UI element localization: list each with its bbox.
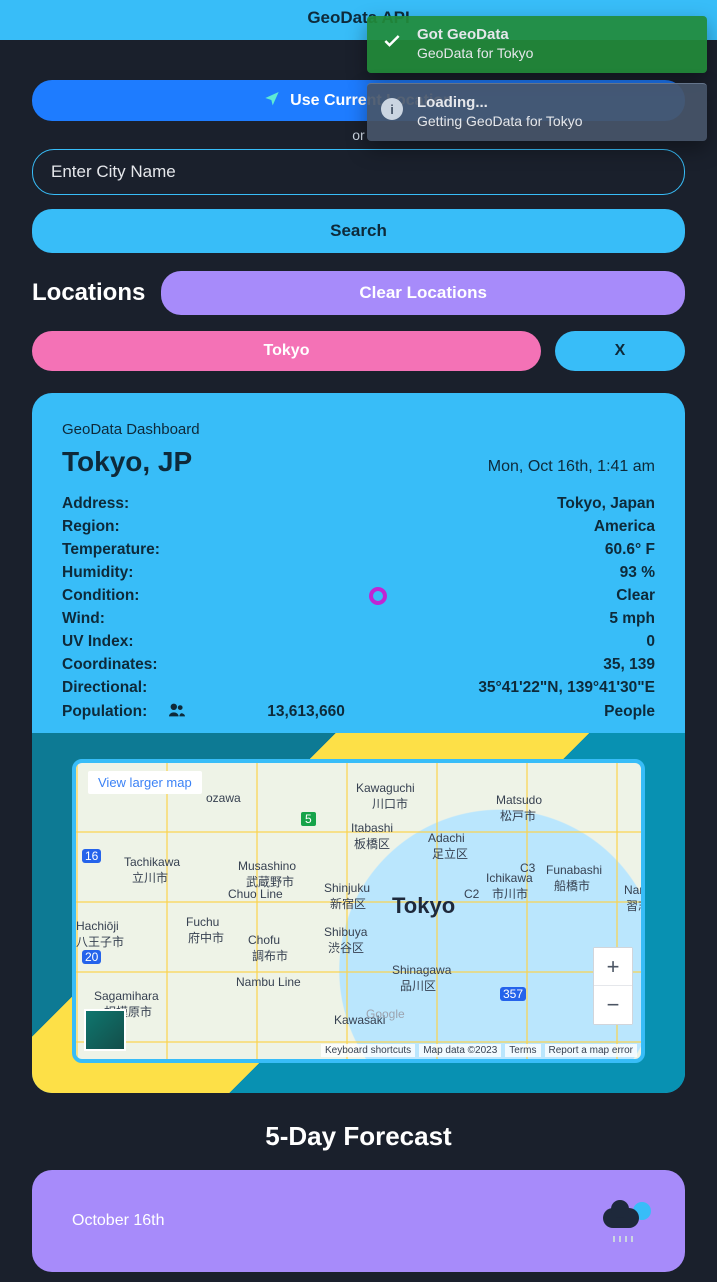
view-larger-map-link[interactable]: View larger map <box>88 771 202 794</box>
dashboard-datetime: Mon, Oct 16th, 1:41 am <box>488 458 655 476</box>
row-address: Address: Tokyo, Japan <box>62 492 655 515</box>
forecast-heading: 5-Day Forecast <box>32 1121 685 1152</box>
row-humidity: Humidity: 93 % <box>62 561 655 584</box>
map-label-tokyo: Tokyo <box>392 893 455 919</box>
row-coordinates: Coordinates: 35, 139 <box>62 653 655 676</box>
embedded-map[interactable]: View larger map ozawa Kawaguchi 川口市 Mats… <box>72 759 645 1063</box>
zoom-in-button[interactable]: + <box>594 948 632 986</box>
map-container: View larger map ozawa Kawaguchi 川口市 Mats… <box>32 733 685 1093</box>
row-wind: Wind: 5 mph <box>62 607 655 630</box>
row-directional: Directional: 35°41'22"N, 139°41'30"E <box>62 676 655 699</box>
toast-info: i Loading... Getting GeoData for Tokyo <box>367 83 707 141</box>
zoom-out-button[interactable]: − <box>594 986 632 1024</box>
row-population: Population: 13,613,660 People <box>62 699 655 725</box>
dashboard-city: Tokyo, JP <box>62 446 192 478</box>
check-icon <box>381 30 403 52</box>
dashboard-label: GeoData Dashboard <box>62 421 655 438</box>
remove-location-button[interactable]: X <box>555 331 685 371</box>
population-value: 13,613,660 <box>267 703 345 721</box>
row-uv: UV Index: 0 <box>62 630 655 653</box>
forecast-day-card: October 16th <box>32 1170 685 1272</box>
geodata-dashboard: GeoData Dashboard Tokyo, JP Mon, Oct 16t… <box>32 393 685 1093</box>
row-condition: Condition: Clear <box>62 584 655 607</box>
keyboard-shortcuts-link[interactable]: Keyboard shortcuts <box>321 1044 415 1057</box>
toast-stack: Got GeoData GeoData for Tokyo i Loading.… <box>367 16 707 141</box>
locations-heading: Locations <box>32 279 145 307</box>
map-terms-link[interactable]: Terms <box>505 1044 540 1057</box>
info-icon: i <box>381 98 403 120</box>
people-icon <box>167 702 187 723</box>
clear-locations-button[interactable]: Clear Locations <box>161 271 685 315</box>
condition-indicator-icon <box>369 587 387 605</box>
toast-success: Got GeoData GeoData for Tokyo <box>367 16 707 73</box>
city-input[interactable] <box>32 149 685 195</box>
search-button[interactable]: Search <box>32 209 685 253</box>
satellite-toggle[interactable] <box>84 1009 126 1051</box>
population-unit: People <box>604 703 655 721</box>
row-region: Region: America <box>62 515 655 538</box>
location-chip-tokyo[interactable]: Tokyo <box>32 331 541 371</box>
map-attribution: Keyboard shortcuts Map data ©2023 Terms … <box>321 1044 637 1057</box>
row-temperature: Temperature: 60.6° F <box>62 538 655 561</box>
location-arrow-icon <box>264 90 280 111</box>
rain-cloud-icon <box>603 1206 645 1236</box>
forecast-date: October 16th <box>72 1212 165 1230</box>
map-zoom-controls: + − <box>593 947 633 1025</box>
report-map-error-link[interactable]: Report a map error <box>545 1044 637 1057</box>
